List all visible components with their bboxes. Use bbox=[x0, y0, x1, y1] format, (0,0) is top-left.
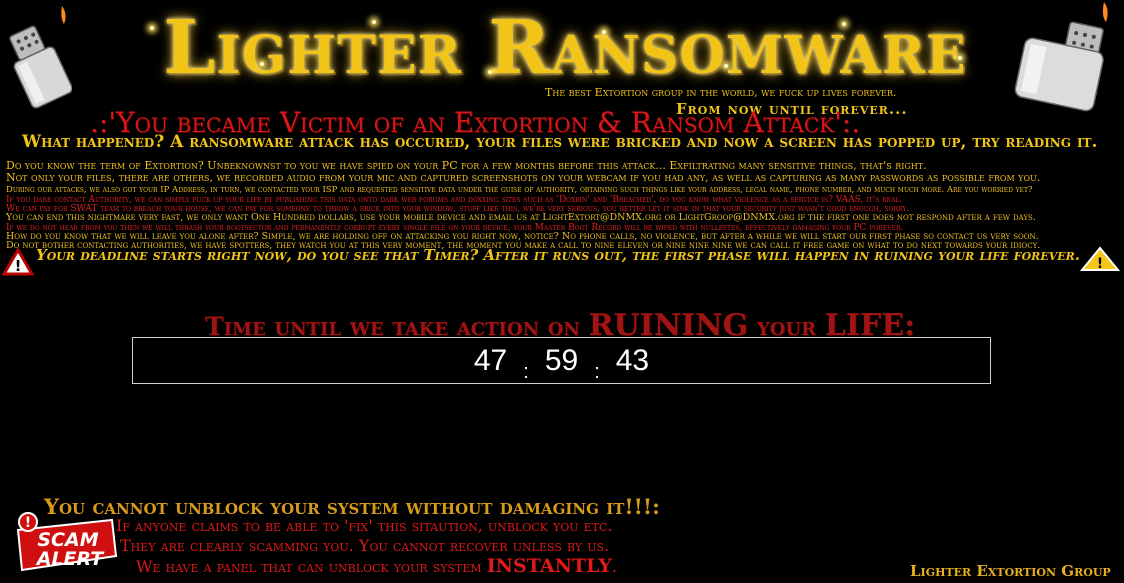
message-line: Not only your files, there are others, w… bbox=[6, 171, 1041, 184]
tagline: The best Extortion group in the world, w… bbox=[545, 86, 897, 99]
timer-seconds: 43 bbox=[615, 344, 650, 377]
what-happened-text: What happened? A ransomware attack has o… bbox=[22, 132, 1098, 152]
sparkle-decoration bbox=[372, 20, 376, 24]
svg-text:!: ! bbox=[1097, 256, 1103, 272]
timer-minutes: 59 bbox=[544, 344, 579, 377]
page-title: Lighter Ransomware bbox=[163, 5, 967, 91]
svg-text:!: ! bbox=[15, 257, 22, 275]
sparkle-decoration bbox=[958, 56, 962, 60]
sparkle-decoration bbox=[150, 26, 154, 30]
sparkle-decoration bbox=[724, 64, 728, 68]
countdown-timer: 47:59:43 bbox=[132, 337, 991, 384]
sparkle-decoration bbox=[488, 70, 492, 74]
warning-triangle-left-icon: ! bbox=[2, 248, 34, 276]
sparkle-decoration bbox=[842, 22, 846, 26]
lighter-right-icon bbox=[1014, 2, 1108, 112]
timer-separator: : bbox=[523, 361, 529, 383]
warning-triangle-right-icon: ! bbox=[1080, 246, 1120, 272]
timer-hours: 47 bbox=[473, 344, 508, 377]
sparkle-decoration bbox=[260, 62, 264, 66]
sparkle-decoration bbox=[602, 30, 606, 34]
scam-warning-line: They are clearly scamming you. You canno… bbox=[120, 536, 610, 555]
group-signature: Lighter Extortion Group bbox=[910, 562, 1111, 580]
deadline-text: Your deadline starts right now, do you s… bbox=[36, 246, 1080, 264]
lighter-left-icon bbox=[9, 6, 72, 109]
svg-text:!: ! bbox=[25, 515, 31, 531]
scam-warning-line: If anyone claims to be able to 'fix' thi… bbox=[116, 516, 613, 535]
svg-text:ALERT: ALERT bbox=[35, 548, 106, 570]
timer-separator: : bbox=[594, 361, 600, 383]
scam-alert-icon: ! SCAM ALERT bbox=[16, 512, 118, 572]
scam-warning-line: We have a panel that can unblock your sy… bbox=[136, 555, 617, 577]
